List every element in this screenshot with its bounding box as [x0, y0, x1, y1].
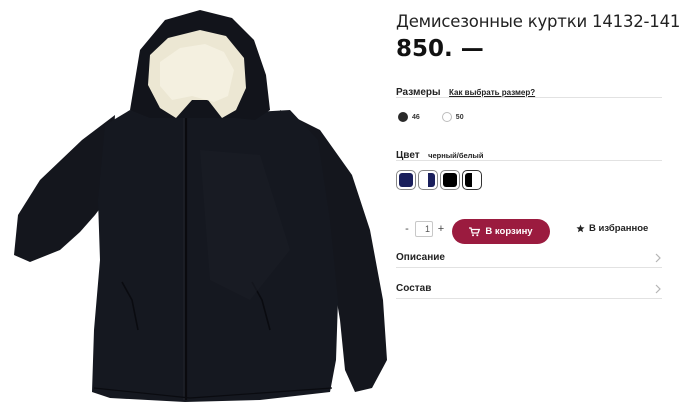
swatch-black[interactable]: [440, 170, 460, 190]
quantity-stepper: - +: [403, 221, 445, 237]
add-to-favorites-label: В избранное: [589, 223, 649, 234]
add-to-cart-label: В корзину: [485, 226, 533, 237]
add-to-favorites-button[interactable]: В избранное: [576, 223, 648, 234]
product-title: Демисезонные куртки 14132-141: [396, 12, 681, 31]
color-header: Цвет черный/белый: [396, 145, 662, 161]
size-guide-link[interactable]: Как выбрать размер?: [449, 88, 535, 97]
chevron-right-icon: [655, 284, 661, 293]
chevron-right-icon: [655, 253, 661, 262]
quantity-input[interactable]: [415, 221, 433, 237]
size-option-46[interactable]: 46: [398, 112, 420, 122]
shopping-cart-icon: [469, 226, 481, 236]
add-to-cart-button[interactable]: В корзину: [452, 219, 550, 244]
color-label: Цвет: [396, 150, 420, 161]
accordion-description-label: Описание: [396, 252, 445, 263]
size-radio-selected[interactable]: [398, 112, 408, 122]
quantity-plus-button[interactable]: +: [437, 223, 445, 235]
size-radio[interactable]: [441, 112, 452, 122]
swatch-black-white[interactable]: [462, 170, 482, 190]
sizes-label: Размеры: [396, 87, 441, 98]
accordion-description[interactable]: Описание: [396, 248, 662, 268]
sizes-header: Размеры Как выбрать размер?: [396, 82, 662, 98]
swatch-white-navy[interactable]: [418, 170, 438, 190]
product-image: [14, 10, 387, 402]
size-option-label: 50: [455, 113, 464, 121]
size-options: 46 50: [398, 112, 464, 122]
size-option-label: 46: [412, 113, 420, 121]
accordion-composition-label: Состав: [396, 283, 432, 294]
accordion-composition[interactable]: Состав: [396, 279, 662, 299]
product-price: 850. —: [396, 36, 484, 62]
swatch-dark-navy[interactable]: [396, 170, 416, 190]
color-swatches: [396, 170, 482, 190]
color-value: черный/белый: [428, 151, 484, 160]
star-icon: [576, 224, 585, 233]
product-details-panel: Демисезонные куртки 14132-141 850. — Раз…: [396, 0, 680, 418]
size-option-50[interactable]: 50: [441, 112, 464, 122]
quantity-minus-button[interactable]: -: [403, 223, 411, 235]
